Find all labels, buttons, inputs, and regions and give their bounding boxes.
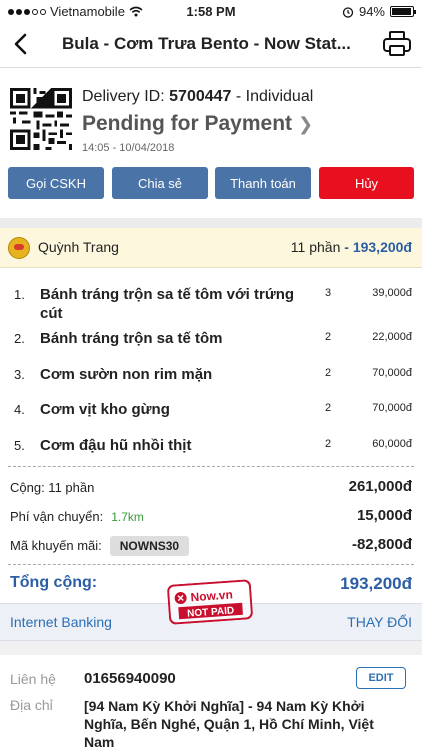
- item-price: 70,000đ: [372, 402, 412, 414]
- contact-phone: 01656940090: [84, 670, 176, 687]
- payment-method: Internet Banking: [10, 614, 112, 630]
- coupon-label-group: Mã khuyến mãi: NOWNS30: [10, 536, 190, 556]
- shipping-row: Phí vận chuyển: 1.7km 15,000đ: [0, 505, 422, 531]
- item-name: Cơm đậu hũ nhồi thịt: [40, 437, 192, 454]
- address-label: Địa chỉ: [10, 697, 53, 713]
- subtotal-label: Cộng: 11 phần: [10, 480, 95, 495]
- edit-button[interactable]: EDIT: [356, 667, 406, 689]
- item-qty: 2: [325, 402, 332, 414]
- subtotal-value: 261,000đ: [348, 478, 412, 495]
- item-number: 5.: [14, 438, 25, 453]
- section-divider: [0, 218, 422, 228]
- buyer-dash: -: [344, 239, 349, 255]
- alarm-icon: [342, 6, 354, 18]
- discount-value: -82,800đ: [351, 536, 412, 553]
- buyer-summary: 11 phần - 193,200đ: [291, 239, 412, 255]
- delivery-id-label: Delivery ID:: [82, 88, 165, 105]
- divider: [8, 466, 414, 467]
- address-value: [94 Nam Kỳ Khởi Nghĩa] - 94 Nam Kỳ Khởi …: [84, 698, 374, 750]
- shipping-distance: 1.7km: [111, 510, 144, 524]
- not-paid-stamp: Now.vn NOT PAID: [167, 579, 253, 625]
- item-price: 70,000đ: [372, 367, 412, 379]
- item-number: 4.: [14, 402, 25, 417]
- item-number: 2.: [14, 331, 25, 346]
- item-name: Bánh tráng trộn sa tế tôm với trứng cút: [40, 286, 295, 322]
- chevron-right-icon: ❯: [298, 114, 314, 134]
- total-value: 193,200đ: [340, 574, 412, 593]
- pay-button[interactable]: Thanh toán: [215, 167, 311, 199]
- shipping-label-group: Phí vận chuyển: 1.7km: [10, 509, 144, 524]
- order-header: Delivery ID: 5700447 - Individual Pendin…: [0, 68, 422, 218]
- item-number: 3.: [14, 367, 25, 382]
- divider: [8, 564, 414, 565]
- item-number: 1.: [14, 287, 25, 302]
- cancel-button[interactable]: Hủy: [319, 167, 414, 199]
- nav-bar: Bula - Cơm Trưa Bento - Now Stat...: [0, 22, 422, 68]
- order-status[interactable]: Pending for Payment ❯: [82, 112, 313, 136]
- order-timestamp: 14:05 - 10/04/2018: [82, 142, 175, 154]
- status-bar: Vietnamobile 1:58 PM 94%: [0, 0, 422, 22]
- coupon-badge: NOWNS30: [109, 536, 190, 556]
- item-name: Bánh tráng trộn sa tế tôm: [40, 330, 223, 347]
- buyer-amount: 193,200đ: [352, 239, 412, 255]
- back-chevron-icon[interactable]: [10, 32, 34, 56]
- section-divider: [0, 641, 422, 655]
- share-button[interactable]: Chia sẻ: [112, 167, 208, 199]
- battery-percent: 94%: [358, 4, 385, 19]
- item-qty: 2: [325, 367, 332, 379]
- shipping-value: 15,000đ: [356, 507, 412, 524]
- buyer-row: Quỳnh Trang 11 phần - 193,200đ: [0, 228, 422, 268]
- coupon-row: Mã khuyến mãi: NOWNS30 -82,800đ: [0, 534, 422, 560]
- qr-code-icon: [10, 88, 72, 150]
- item-name: Cơm sườn non rim mặn: [40, 366, 213, 383]
- item-qty: 3: [325, 287, 332, 299]
- item-qty: 2: [325, 331, 332, 343]
- delivery-id-line: Delivery ID: 5700447 - Individual: [82, 88, 313, 106]
- buyer-name: Quỳnh Trang: [38, 239, 119, 255]
- delivery-type: - Individual: [235, 88, 314, 105]
- item-price: 60,000đ: [372, 438, 412, 450]
- contact-label: Liên hệ: [10, 671, 56, 687]
- subtotal-row: Cộng: 11 phần 261,000đ: [0, 476, 422, 502]
- avatar-icon: [8, 237, 30, 259]
- buyer-portions: 11 phần: [290, 239, 341, 255]
- change-payment-button[interactable]: THAY ĐỔI: [347, 614, 412, 630]
- printer-icon[interactable]: [382, 30, 412, 58]
- delivery-id: 5700447: [169, 88, 232, 105]
- shipping-label: Phí vận chuyển:: [10, 509, 104, 524]
- coupon-label: Mã khuyến mãi:: [10, 538, 102, 553]
- item-name: Cơm vịt kho gừng: [40, 401, 170, 418]
- total-label: Tổng cộng:: [10, 574, 98, 591]
- status-right: 94%: [342, 4, 416, 19]
- nav-title: Bula - Cơm Trưa Bento - Now Stat...: [62, 34, 351, 53]
- item-qty: 2: [325, 438, 332, 450]
- order-status-text: Pending for Payment: [82, 112, 293, 135]
- stamp-brand: Now.vn: [190, 587, 233, 604]
- item-price: 39,000đ: [372, 287, 412, 299]
- battery-icon: [390, 6, 416, 17]
- item-price: 22,000đ: [372, 331, 412, 343]
- call-support-button[interactable]: Gọi CSKH: [8, 167, 104, 199]
